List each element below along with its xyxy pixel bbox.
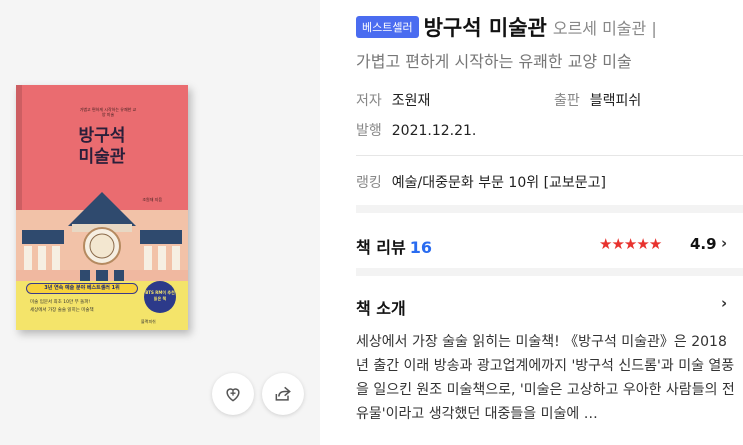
ranking-value[interactable]: 예술/대중문화 부문 10위 [교보문고] — [392, 175, 606, 191]
cover-title-line2: 미술관 — [78, 147, 126, 166]
star-icon: ★ — [648, 235, 662, 253]
author-row: 저자 조원재 — [356, 90, 430, 110]
cover-tagline: 가볍고 편하게 시작하는 유쾌한 교양 미술 — [79, 107, 137, 117]
intro-title: 책 소개 — [356, 299, 406, 318]
publisher-row: 출판 블랙피쉬 — [554, 90, 641, 110]
section-separator — [356, 205, 743, 213]
cover-title: 방구석 미술관 — [16, 125, 188, 167]
like-button[interactable] — [212, 373, 254, 415]
section-separator — [356, 268, 743, 276]
book-cover-panel: 가볍고 편하게 시작하는 유쾌한 교양 미술 방구석 미술관 조원재 지음 3년… — [0, 0, 320, 445]
book-title: 방구석 미술관 — [423, 16, 547, 40]
share-icon — [275, 386, 291, 401]
cover-title-line1: 방구석 — [78, 126, 126, 145]
rating-value: 4.9 — [690, 235, 717, 253]
chevron-right-icon[interactable]: › — [721, 294, 727, 312]
date-row: 발행 2021.12.21. — [356, 120, 476, 140]
cover-bts-badge: BTS RM이 추천 읽은 책 — [144, 281, 176, 313]
publisher-label: 출판 — [554, 93, 580, 109]
cover-publisher-mark: 블랙피쉬 — [141, 319, 156, 324]
star-icon: ★ — [636, 235, 649, 253]
title-row: 베스트셀러 방구석 미술관 오르세 미술관 | — [356, 12, 657, 40]
book-subtitle-part2: 가볍고 편하게 시작하는 유쾌한 교양 미술 — [356, 52, 632, 71]
cover-band-line1: 미술 입문서 최초 10만 부 돌파! — [30, 300, 91, 305]
publisher-value[interactable]: 블랙피쉬 — [590, 93, 642, 109]
date-label: 발행 — [356, 123, 382, 139]
review-count: 16 — [409, 238, 432, 257]
divider — [356, 155, 743, 156]
ranking-row: 랭킹 예술/대중문화 부문 10위 [교보문고] — [356, 172, 606, 192]
heart-plus-icon — [226, 388, 240, 402]
author-label: 저자 — [356, 93, 382, 109]
cover-promo-band: 3년 연속 예술 분야 베스트셀러 1위 BTS RM이 추천 읽은 책 미술 … — [16, 281, 188, 330]
star-rating: ★★★★★ — [599, 234, 662, 253]
chevron-right-icon[interactable]: › — [721, 234, 727, 252]
cover-band-line2: 세상에서 가장 술술 읽히는 미술책 — [30, 308, 94, 313]
book-cover-image[interactable]: 가볍고 편하게 시작하는 유쾌한 교양 미술 방구석 미술관 조원재 지음 3년… — [16, 85, 188, 330]
author-value[interactable]: 조원재 — [392, 93, 431, 109]
star-icon: ★ — [599, 235, 612, 253]
intro-text[interactable]: 세상에서 가장 술술 읽히는 미술책! 《방구석 미술관》은 2018년 출간 … — [356, 330, 736, 426]
share-button[interactable] — [262, 373, 304, 415]
bestseller-badge: 베스트셀러 — [356, 16, 419, 38]
ranking-label: 랭킹 — [356, 175, 382, 191]
star-icon: ★ — [611, 235, 624, 253]
book-subtitle-part1: 오르세 미술관 | — [552, 19, 657, 38]
cover-award: 3년 연속 예술 분야 베스트셀러 1위 — [26, 283, 138, 294]
review-title: 책 리뷰 — [356, 238, 406, 257]
date-value: 2021.12.21. — [391, 123, 477, 139]
star-icon: ★ — [623, 235, 637, 253]
review-section-link[interactable]: 책 리뷰 16 — [356, 234, 432, 258]
book-info: 베스트셀러 방구석 미술관 오르세 미술관 | 가볍고 편하게 시작하는 유쾌한 교… — [356, 0, 743, 445]
